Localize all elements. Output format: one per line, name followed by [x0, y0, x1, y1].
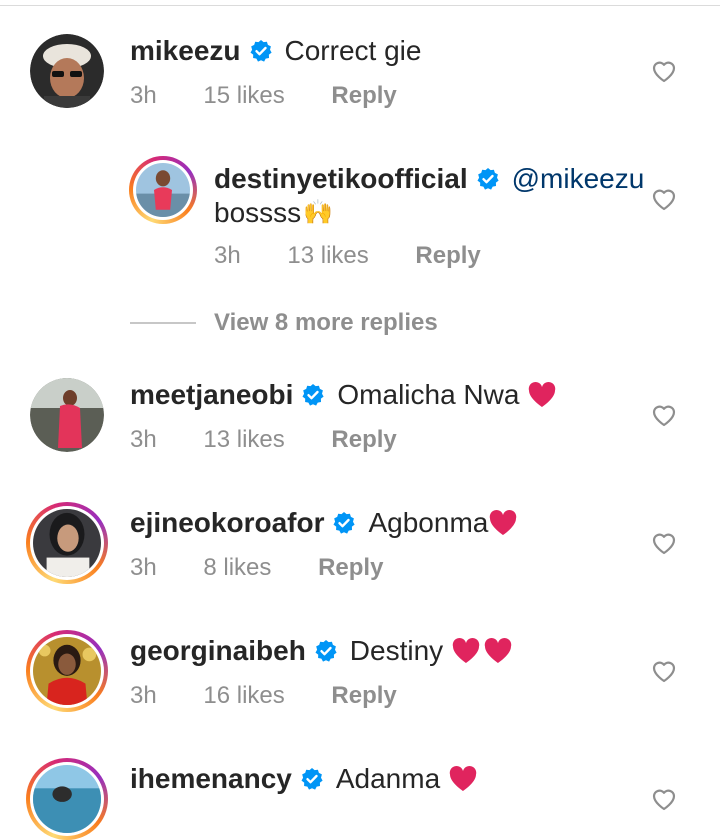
view-more-replies[interactable]: View 8 more replies: [130, 309, 438, 337]
verified-badge-icon: [477, 168, 499, 190]
likes-count[interactable]: 15 likes: [203, 82, 284, 109]
timestamp: 3h: [130, 682, 157, 709]
timestamp: 3h: [214, 242, 241, 269]
verified-badge-icon: [302, 384, 324, 406]
verified-badge-icon: [333, 512, 356, 534]
comment-text: bossss: [214, 197, 302, 228]
heart-outline-icon[interactable]: [651, 187, 677, 211]
avatar-image: [33, 765, 101, 833]
avatar-image: [33, 509, 101, 577]
reply-button[interactable]: Reply: [331, 82, 396, 109]
reply-button[interactable]: Reply: [331, 426, 396, 453]
timestamp: 3h: [130, 82, 157, 109]
red-heart-emoji-icon: [484, 638, 512, 663]
verified-badge-icon: [301, 768, 323, 790]
likes-count[interactable]: 13 likes: [287, 242, 368, 269]
top-divider: [0, 0, 720, 6]
comment-text: Adanma: [335, 763, 441, 794]
timestamp: 3h: [130, 554, 157, 581]
username[interactable]: mikeezu: [130, 34, 241, 68]
username[interactable]: meetjaneobi: [130, 378, 293, 412]
view-more-label[interactable]: View 8 more replies: [214, 309, 438, 337]
avatar-image: [136, 163, 190, 217]
avatar[interactable]: [26, 630, 108, 712]
heart-outline-icon[interactable]: [651, 659, 677, 683]
mention-link[interactable]: @mikeezu: [512, 162, 645, 196]
verified-badge-icon: [250, 40, 272, 62]
likes-count[interactable]: 8 likes: [203, 554, 271, 581]
comment-text: Destiny: [349, 635, 444, 666]
avatar-image: [30, 34, 104, 108]
red-heart-emoji-icon: [490, 510, 517, 535]
likes-count[interactable]: 13 likes: [203, 426, 284, 453]
heart-outline-icon[interactable]: [651, 403, 677, 427]
avatar-image: [30, 378, 104, 452]
red-heart-emoji-icon: [449, 766, 477, 791]
timestamp: 3h: [130, 426, 157, 453]
raising-hands-emoji: 🙌: [303, 199, 334, 226]
heart-outline-icon[interactable]: [651, 59, 677, 83]
avatar[interactable]: [30, 34, 104, 108]
comment-text: Agbonma: [368, 507, 489, 538]
reply-button[interactable]: Reply: [318, 554, 383, 581]
reply-button[interactable]: Reply: [415, 242, 480, 269]
comment-text: Correct gie: [284, 35, 422, 66]
verified-badge-icon: [315, 640, 337, 662]
username[interactable]: destinyetikoofficial: [214, 162, 468, 196]
divider-line: [130, 322, 196, 324]
avatar[interactable]: [26, 502, 108, 584]
avatar-image: [33, 637, 101, 705]
avatar[interactable]: [30, 378, 104, 452]
username[interactable]: ihemenancy: [130, 762, 292, 796]
reply-button[interactable]: Reply: [331, 682, 396, 709]
username[interactable]: georginaibeh: [130, 634, 306, 668]
avatar[interactable]: [129, 156, 197, 224]
comment-text: Omalicha Nwa: [337, 379, 520, 410]
likes-count[interactable]: 16 likes: [203, 682, 284, 709]
avatar[interactable]: [26, 758, 108, 840]
heart-outline-icon[interactable]: [651, 531, 677, 555]
heart-outline-icon[interactable]: [651, 787, 677, 811]
username[interactable]: ejineokoroafor: [130, 506, 324, 540]
red-heart-emoji-icon: [452, 638, 480, 663]
red-heart-emoji-icon: [529, 382, 556, 407]
